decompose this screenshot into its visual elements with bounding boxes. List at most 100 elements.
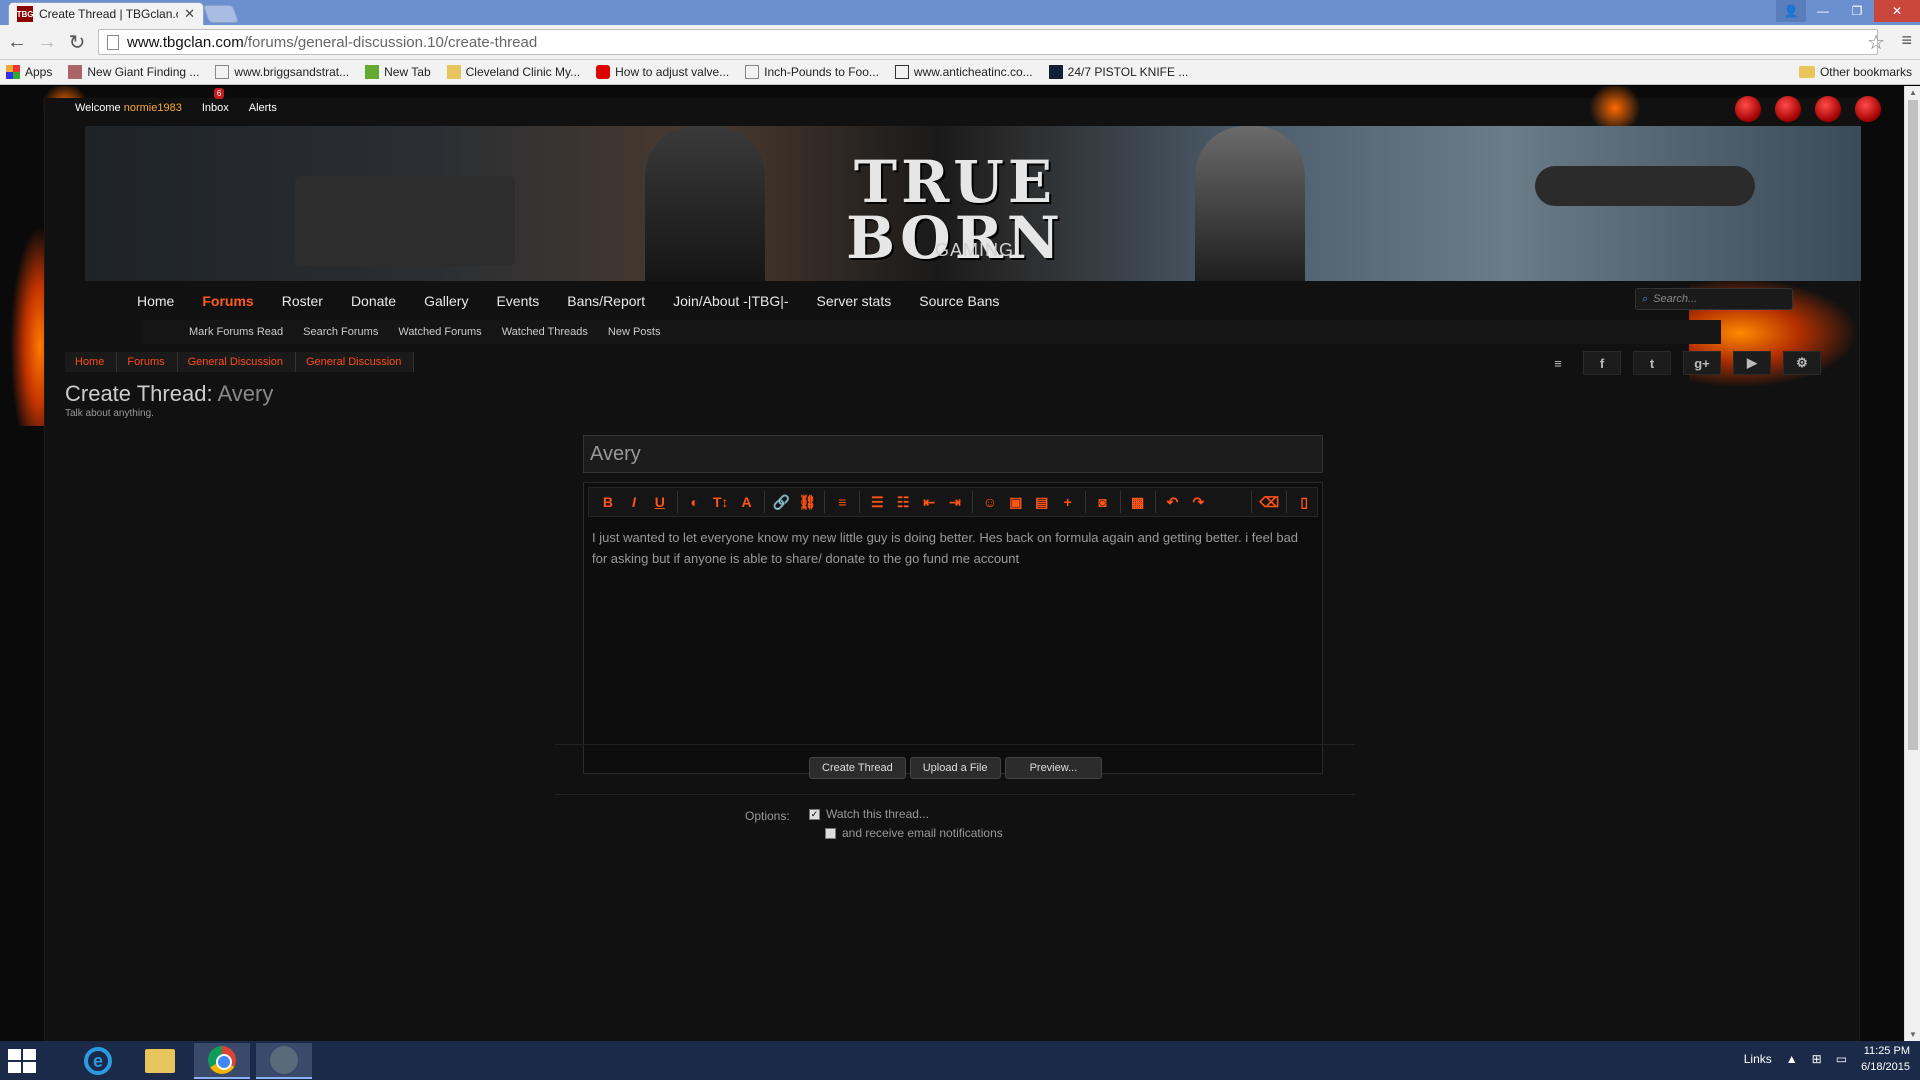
username-link[interactable]: normie1983 xyxy=(124,102,182,114)
red-orb-icon[interactable] xyxy=(1775,96,1801,122)
user-profile-icon[interactable]: 👤 xyxy=(1776,0,1806,22)
bullet-list-icon[interactable]: ☰ xyxy=(864,489,890,515)
taskbar-chrome[interactable] xyxy=(194,1043,250,1079)
message-text[interactable]: I just wanted to let everyone know my ne… xyxy=(592,527,1316,569)
nav-forums[interactable]: Forums xyxy=(202,293,253,309)
smilie-icon[interactable]: ☺ xyxy=(977,489,1003,515)
youtube-icon[interactable]: ▶ xyxy=(1733,351,1771,375)
insert-more-icon[interactable]: + xyxy=(1055,489,1081,515)
image-icon[interactable]: ▣ xyxy=(1003,489,1029,515)
windows-flag-icon[interactable]: ⊞ xyxy=(1812,1052,1822,1066)
close-window-button[interactable]: ✕ xyxy=(1874,0,1920,22)
links-toolbar[interactable]: Links xyxy=(1744,1052,1772,1066)
create-thread-button[interactable]: Create Thread xyxy=(809,757,906,779)
subnav-mark-forums-read[interactable]: Mark Forums Read xyxy=(189,326,283,338)
twitter-icon[interactable]: t xyxy=(1633,351,1671,375)
nav-events[interactable]: Events xyxy=(496,293,539,309)
nav-donate[interactable]: Donate xyxy=(351,293,396,309)
restore-button[interactable]: ❐ xyxy=(1840,0,1874,22)
taskbar-file-explorer[interactable] xyxy=(132,1043,188,1079)
subnav-watched-forums[interactable]: Watched Forums xyxy=(398,326,481,338)
save-draft-icon[interactable]: ▦ xyxy=(1125,489,1151,515)
email-notify-option[interactable]: and receive email notifications xyxy=(825,826,1003,840)
nav-source-bans[interactable]: Source Bans xyxy=(919,293,999,309)
bookmark-star-icon[interactable]: ☆ xyxy=(1867,30,1885,55)
search-input[interactable]: ⌕ Search... xyxy=(1635,288,1793,310)
indent-icon[interactable]: ⇥ xyxy=(942,489,968,515)
reload-icon[interactable]: ↻ xyxy=(64,29,90,55)
nav-server-stats[interactable]: Server stats xyxy=(817,293,892,309)
browser-tab[interactable]: TBG Create Thread | TBGclan.c ✕ xyxy=(8,2,204,25)
numbered-list-icon[interactable]: ☷ xyxy=(890,489,916,515)
inbox-link[interactable]: 6 Inbox xyxy=(202,88,229,114)
watch-thread-option[interactable]: ✓ Watch this thread... xyxy=(809,807,929,821)
nav-gallery[interactable]: Gallery xyxy=(424,293,468,309)
media-icon[interactable]: ▤ xyxy=(1029,489,1055,515)
message-editor[interactable]: B I U ◐ T↕ A 🔗 ⛓ ≡ ☰ ☷ ⇤ ⇥ ☺ ▣ ▤ + ◙ ▦ ↶… xyxy=(583,482,1323,774)
link-icon[interactable]: 🔗 xyxy=(769,489,795,515)
outdent-icon[interactable]: ⇤ xyxy=(916,489,942,515)
windows-start-icon[interactable] xyxy=(8,1049,36,1073)
red-orb-icon[interactable] xyxy=(1735,96,1761,122)
bookmark-item[interactable]: Cleveland Clinic My... xyxy=(446,65,580,79)
bookmark-item[interactable]: Inch-Pounds to Foo... xyxy=(745,65,879,79)
page-scrollbar[interactable]: ▲ ▼ xyxy=(1904,86,1920,1041)
bookmark-item[interactable]: How to adjust valve... xyxy=(596,65,729,79)
remove-format-icon[interactable]: ⌫ xyxy=(1256,489,1282,515)
email-notify-checkbox[interactable] xyxy=(825,827,836,839)
bold-icon[interactable]: B xyxy=(595,489,621,515)
italic-icon[interactable]: I xyxy=(621,489,647,515)
close-tab-icon[interactable]: ✕ xyxy=(184,6,195,22)
bookmark-item[interactable]: New Giant Finding ... xyxy=(68,65,199,79)
list-menu-icon[interactable]: ≡ xyxy=(1545,351,1571,375)
unlink-icon[interactable]: ⛓ xyxy=(794,489,820,515)
camera-icon[interactable]: ◙ xyxy=(1090,489,1116,515)
red-orb-icon[interactable] xyxy=(1855,96,1881,122)
scroll-down-icon[interactable]: ▼ xyxy=(1909,1030,1917,1039)
watch-thread-checkbox[interactable]: ✓ xyxy=(809,808,820,820)
back-icon[interactable]: ← xyxy=(4,29,30,55)
bookmark-item[interactable]: www.briggsandstrat... xyxy=(215,65,349,79)
redo-icon[interactable]: ↷ xyxy=(1185,489,1211,515)
subnav-new-posts[interactable]: New Posts xyxy=(608,326,661,338)
align-icon[interactable]: ≡ xyxy=(829,489,855,515)
other-bookmarks[interactable]: Other bookmarks xyxy=(1798,65,1912,79)
preview-button[interactable]: Preview... xyxy=(1004,757,1103,779)
nav-home[interactable]: Home xyxy=(137,293,174,309)
undo-icon[interactable]: ↶ xyxy=(1160,489,1186,515)
underline-icon[interactable]: U xyxy=(647,489,673,515)
minimize-button[interactable]: — xyxy=(1806,0,1840,22)
alerts-link[interactable]: Alerts xyxy=(249,102,277,114)
bookmark-item[interactable]: 24/7 PISTOL KNIFE ... xyxy=(1048,65,1188,79)
scroll-up-icon[interactable]: ▲ xyxy=(1909,88,1917,97)
font-color-icon[interactable]: ◐ xyxy=(682,489,708,515)
chrome-menu-icon[interactable]: ≡ xyxy=(1901,30,1912,51)
network-icon[interactable]: ▭ xyxy=(1836,1052,1847,1066)
clock[interactable]: 11:25 PM 6/18/2015 xyxy=(1861,1043,1910,1075)
scrollbar-thumb[interactable] xyxy=(1908,100,1918,750)
show-hidden-icons[interactable]: ▲ xyxy=(1786,1052,1798,1066)
red-orb-icon[interactable] xyxy=(1815,96,1841,122)
facebook-icon[interactable]: f xyxy=(1583,351,1621,375)
crumb-home[interactable]: Home xyxy=(65,352,118,372)
nav-bans-report[interactable]: Bans/Report xyxy=(567,293,645,309)
google-plus-icon[interactable]: g+ xyxy=(1683,351,1721,375)
nav-roster[interactable]: Roster xyxy=(282,293,323,309)
bookmark-item[interactable]: www.anticheatinc.co... xyxy=(894,65,1033,79)
bookmark-apps[interactable]: Apps xyxy=(6,65,52,79)
subnav-watched-threads[interactable]: Watched Threads xyxy=(502,326,588,338)
taskbar-app[interactable] xyxy=(256,1043,312,1079)
upload-file-button[interactable]: Upload a File xyxy=(909,757,1001,779)
taskbar-ie[interactable]: e xyxy=(70,1043,126,1079)
thread-title-input[interactable]: Avery xyxy=(583,435,1323,473)
font-family-icon[interactable]: A xyxy=(734,489,760,515)
crumb-forums[interactable]: Forums xyxy=(117,352,178,372)
steam-icon[interactable]: ⚙ xyxy=(1783,351,1821,375)
font-size-icon[interactable]: T↕ xyxy=(708,489,734,515)
site-logo[interactable]: TRUE BORN GAMING xyxy=(825,153,1085,267)
forward-icon[interactable]: → xyxy=(34,29,60,55)
nav-join-about[interactable]: Join/About -|TBG|- xyxy=(673,293,788,309)
crumb-general-discussion[interactable]: General Discussion xyxy=(177,352,296,372)
toggle-bbcode-icon[interactable]: ▯ xyxy=(1291,489,1317,515)
bookmark-item[interactable]: New Tab xyxy=(365,65,431,79)
